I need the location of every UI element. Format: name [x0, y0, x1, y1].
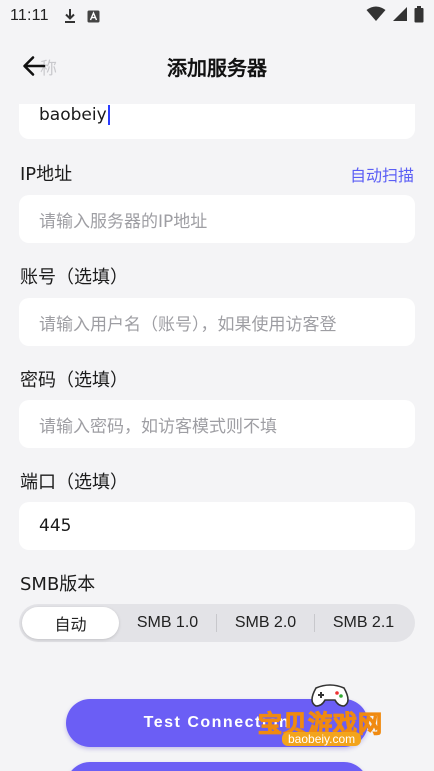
signal-icon [392, 6, 408, 26]
page-title: 添加服务器 [167, 56, 267, 80]
smb-option-2-0[interactable]: SMB 2.0 [217, 607, 314, 639]
status-bar: 11:11 [0, 0, 434, 32]
smb-version-label: SMB版本 [20, 574, 96, 595]
download-icon [63, 8, 77, 24]
name-value: baobeiy [39, 105, 107, 125]
password-input[interactable]: 请输入密码，如访客模式则不填 [19, 400, 415, 448]
a-box-icon [87, 10, 100, 23]
auto-scan-link[interactable]: 自动扫描 [350, 162, 414, 186]
watermark: 宝贝游戏网 baobeiy.com [256, 682, 406, 754]
text-caret [107, 105, 110, 125]
smb-option-1-0[interactable]: SMB 1.0 [119, 607, 216, 639]
smb-option-2-1[interactable]: SMB 2.1 [315, 607, 412, 639]
status-time: 11:11 [10, 7, 49, 24]
account-label: 账号（选填） [20, 267, 128, 288]
port-label: 端口（选填） [20, 472, 128, 493]
password-label: 密码（选填） [20, 370, 128, 391]
smb-option-auto[interactable]: 自动 [22, 607, 119, 639]
save-button[interactable] [66, 762, 368, 771]
wifi-icon [366, 6, 386, 26]
smb-version-selector: 自动 SMB 1.0 SMB 2.0 SMB 2.1 [19, 604, 415, 642]
ip-input[interactable]: 请输入服务器的IP地址 [19, 195, 415, 243]
account-input[interactable]: 请输入用户名（账号），如果使用访客登 [19, 298, 415, 346]
watermark-url: baobeiy.com [282, 732, 362, 746]
battery-icon [414, 5, 424, 27]
port-input[interactable]: 445 [19, 502, 415, 550]
app-bar: 称 添加服务器 [0, 32, 434, 104]
ip-label: IP地址 [20, 164, 73, 185]
